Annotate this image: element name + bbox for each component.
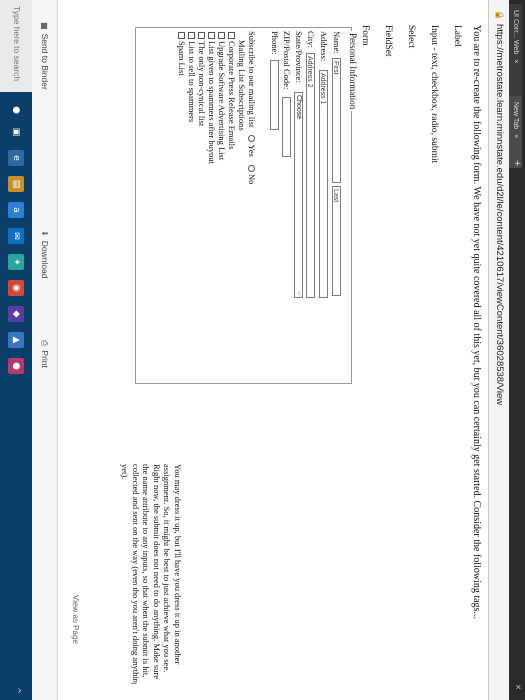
- checkbox[interactable]: [188, 32, 195, 39]
- tab-label: UI Corr... Web: [512, 10, 519, 55]
- content-toolbar: ■ Send to Binder ⬇ Download ⎙ Print: [31, 0, 58, 700]
- new-tab-button[interactable]: +: [511, 160, 523, 166]
- store-icon[interactable]: a: [8, 202, 24, 218]
- city-label: City:: [306, 31, 316, 49]
- no-label: No: [247, 173, 257, 185]
- checkbox-label: Corporate Press Release Emails: [227, 41, 237, 150]
- chevron-down-icon: ⌵: [296, 290, 303, 296]
- browser-tab[interactable]: UI Corr... Web ×: [509, 4, 522, 104]
- address-bar[interactable]: 🔒 https://metrostate.learn.minnstate.edu…: [488, 0, 509, 700]
- view-as-page-link[interactable]: View as Page: [71, 595, 80, 644]
- download-button[interactable]: ⬇ Download: [40, 230, 50, 279]
- send-to-binder-button[interactable]: ■ Send to Binder: [40, 22, 50, 90]
- fieldset-legend: Personal Information: [348, 31, 358, 112]
- tag-item: Select: [406, 25, 416, 49]
- assignment-intro: You are to re-create the following form.…: [471, 25, 482, 619]
- first-name-input[interactable]: First: [332, 58, 341, 183]
- checkbox[interactable]: [178, 32, 185, 39]
- subscriptions-label: Mailing List Subscriptions: [237, 40, 247, 131]
- page-content: You are to re-create the following form.…: [58, 0, 488, 700]
- app-icon[interactable]: ✦: [8, 254, 24, 270]
- no-radio[interactable]: [248, 164, 255, 172]
- browser-tab-strip: UI Corr... Web × New Tab × + ×: [509, 0, 525, 700]
- printer-icon: ⎙: [40, 340, 49, 347]
- instructions-line: the name attribute to any inputs, so tha…: [141, 464, 152, 678]
- photo-frame: UI Corr... Web × New Tab × + × 🔒 https://m…: [0, 0, 525, 700]
- instructions-line: yet).: [120, 464, 131, 480]
- chrome-icon[interactable]: ◉: [8, 280, 24, 296]
- state-select[interactable]: Choose ⌵: [294, 92, 303, 298]
- file-explorer-icon[interactable]: ▤: [8, 176, 24, 192]
- zip-input[interactable]: [282, 97, 291, 157]
- tag-item: Label: [452, 25, 462, 47]
- checkbox[interactable]: [218, 32, 225, 39]
- yes-label: Yes: [247, 144, 257, 157]
- checkbox[interactable]: [208, 32, 215, 39]
- binder-icon: ■: [40, 22, 49, 30]
- taskbar-search-input[interactable]: Type here to search: [12, 6, 22, 81]
- tag-item: Form: [360, 25, 370, 46]
- browser-tab-active[interactable]: New Tab ×: [509, 96, 522, 168]
- subscribe-row: Subscribe to our mailing list Yes No: [247, 31, 257, 184]
- address1-input[interactable]: Address 1: [319, 70, 328, 298]
- zip-label: ZIP/Postal Code:: [282, 31, 292, 90]
- form-fieldset: Personal Information Name: First Last Ad…: [135, 27, 358, 384]
- instructions-line: collected and sent on the way (even tho …: [131, 464, 141, 684]
- last-name-input[interactable]: Last: [332, 186, 341, 296]
- download-icon: ⬇: [40, 230, 49, 237]
- checkbox[interactable]: [198, 32, 205, 39]
- checkbox[interactable]: [228, 32, 235, 39]
- address2-input[interactable]: Address 2: [306, 53, 315, 298]
- tag-item: Input - text, checkbox, radio, submit: [429, 25, 439, 164]
- checkbox-label: Upgrade Software Advertising List: [217, 41, 227, 161]
- app-icon[interactable]: ◆: [8, 306, 24, 322]
- instructions-paragraph: You may dress it up, but I'll have you d…: [120, 464, 184, 684]
- name-label: Name:: [332, 31, 342, 54]
- instructions-line: assignment. So, it might be best to just…: [162, 464, 173, 673]
- checkbox-label: The only non-cynical list: [197, 41, 207, 127]
- select-value: Choose: [295, 95, 302, 120]
- url-text[interactable]: https://metrostate.learn.minnstate.edu/d…: [494, 24, 505, 405]
- checkbox-label: List to sell to spammers: [187, 41, 197, 123]
- app-icon[interactable]: ▲: [8, 332, 24, 348]
- phone-input[interactable]: [270, 60, 279, 130]
- monitor-screen: UI Corr... Web × New Tab × + × 🔒 https://m…: [0, 0, 525, 700]
- edge-browser-icon[interactable]: e: [8, 150, 24, 166]
- windows-taskbar: Type here to search ● ▣ e ▤ a ✉ ✦ ◉ ◆ ▲ …: [0, 0, 32, 700]
- tab-close-icon[interactable]: ×: [512, 134, 519, 138]
- yes-radio[interactable]: [248, 135, 255, 143]
- checkbox-label: Spam List: [177, 41, 187, 76]
- instructions-line: Right now, the submit does not need to d…: [152, 464, 162, 679]
- instructions-line: You may dress it up, but I'll have you d…: [173, 464, 183, 665]
- tray-expand-icon[interactable]: ^: [13, 687, 22, 694]
- state-label: State/Province:: [294, 31, 304, 83]
- send-to-binder-label: Send to Binder: [40, 33, 50, 90]
- print-button[interactable]: ⎙ Print: [39, 340, 50, 368]
- phone-label: Phone:: [270, 31, 280, 55]
- mail-icon[interactable]: ✉: [8, 228, 24, 244]
- checkbox-label: List given to spammers after buyout: [207, 41, 217, 164]
- tag-item: FieldSet: [383, 25, 393, 57]
- tab-label: New Tab: [512, 102, 519, 130]
- download-label: Download: [40, 240, 50, 279]
- app-icon[interactable]: ●: [8, 358, 24, 374]
- taskbar-search-box[interactable]: Type here to search: [0, 0, 32, 92]
- print-label: Print: [40, 350, 50, 368]
- lock-icon: 🔒: [495, 10, 504, 20]
- window-close-button[interactable]: ×: [512, 684, 523, 690]
- task-view-icon[interactable]: ▣: [8, 124, 24, 140]
- subscribe-label: Subscribe to our mailing list: [247, 31, 257, 128]
- address-label: Address:: [319, 31, 329, 62]
- tab-close-icon[interactable]: ×: [512, 59, 519, 63]
- microphone-icon[interactable]: ●: [8, 102, 24, 118]
